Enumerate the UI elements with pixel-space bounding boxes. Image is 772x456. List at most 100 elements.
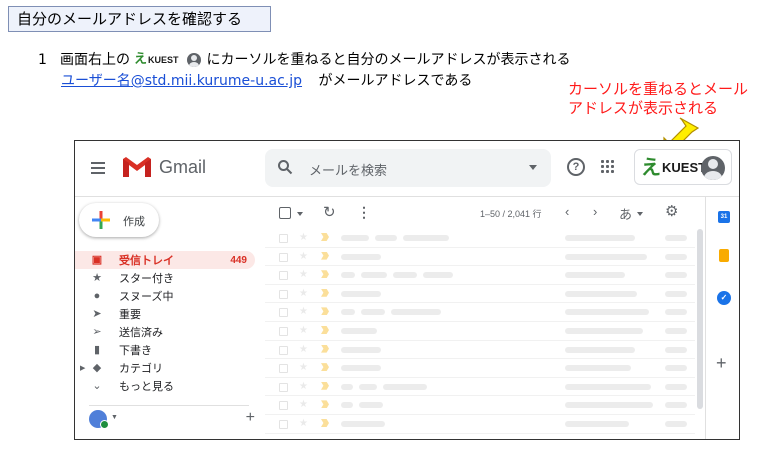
refresh-icon[interactable]: ↻ [323, 203, 336, 221]
send-icon: ➢ [92, 326, 102, 338]
instruction-step-1: 1 画面右上の え KUEST にカーソルを重ねると自分のメールアドレスが表示さ… [38, 50, 571, 70]
kuest-logo-inline: え KUEST [134, 50, 179, 70]
star-icon: ★ [299, 399, 308, 411]
more-vert-icon[interactable]: ⋮ [357, 204, 371, 221]
sidebar-item-label: スター付き [119, 273, 174, 285]
plus-icon [92, 211, 110, 229]
sidebar-item-important[interactable]: ➤ 重要 [75, 305, 255, 323]
mail-list-scrollbar[interactable] [697, 229, 703, 409]
kuest-logo-mark: え [134, 52, 148, 67]
search-icon[interactable] [277, 159, 293, 175]
chevron-left-icon[interactable]: ‹ [565, 204, 569, 219]
gear-icon[interactable]: ⚙ [665, 202, 678, 220]
account-avatar-icon [186, 53, 201, 67]
hangouts-bar: ▼ + [89, 405, 255, 429]
kuest-logo-text: KUEST [662, 159, 707, 175]
table-row[interactable]: ★ [265, 322, 695, 341]
sidebar-item-more[interactable]: ⌄ もっと見る [75, 377, 255, 395]
draft-icon: ▮ [93, 344, 101, 356]
email-domain: @std.mii.kurume-u.ac.jp [130, 73, 303, 89]
add-ons-plus-icon[interactable]: + [716, 353, 727, 374]
step-text-before: 画面右上の [60, 52, 130, 68]
star-icon: ★ [92, 272, 102, 284]
table-row[interactable]: ★ [265, 378, 695, 397]
search-placeholder[interactable]: メールを検索 [309, 160, 387, 179]
table-row[interactable]: ★ [265, 396, 695, 415]
sidebar-nav: ▣ 受信トレイ 449 ★ スター付き ● スヌーズ中 ➤ 重要 ➢ 送信済み … [75, 251, 255, 395]
table-row[interactable]: ★ [265, 415, 695, 434]
inbox-icon: ▣ [91, 254, 103, 266]
table-row[interactable]: ★ [265, 248, 695, 267]
expand-arrow-icon[interactable]: ▶ [80, 364, 85, 372]
star-icon: ★ [299, 343, 308, 355]
compose-button[interactable]: 作成 [79, 203, 159, 237]
chevron-down-icon: ⌄ [92, 380, 102, 392]
importance-marker-icon [321, 400, 329, 409]
sidebar-item-label: カテゴリ [119, 363, 163, 375]
email-user: ユーザー名 [61, 73, 131, 89]
chevron-down-icon[interactable]: ▼ [111, 414, 118, 421]
search-box[interactable]: メールを検索 [265, 149, 551, 187]
sidebar-item-label: 受信トレイ [119, 255, 174, 267]
sidebar-item-snoozed[interactable]: ● スヌーズ中 [75, 287, 255, 305]
table-row[interactable]: ★ [265, 341, 695, 360]
account-switcher[interactable]: え KUEST [634, 149, 732, 185]
mail-toolbar: ↻ ⋮ 1–50 / 2,041 行 ‹ › あ ⚙ [275, 201, 695, 227]
star-icon: ★ [299, 324, 308, 336]
importance-marker-icon [321, 418, 329, 427]
mail-list: ★ ★ ★ ★ ★ ★ ★ ★ ★ ★ ★ [265, 229, 695, 439]
input-tools-icon[interactable]: あ [619, 204, 632, 223]
sidebar-item-starred[interactable]: ★ スター付き [75, 269, 255, 287]
star-icon: ★ [299, 287, 308, 299]
select-all-checkbox[interactable] [279, 207, 291, 219]
compose-label: 作成 [123, 216, 145, 228]
importance-marker-icon [321, 288, 329, 297]
tasks-icon[interactable]: ✓ [717, 291, 731, 305]
add-icon[interactable]: + [246, 409, 255, 427]
important-icon: ➤ [92, 308, 102, 320]
star-icon: ★ [299, 306, 308, 318]
account-avatar-icon[interactable] [701, 156, 725, 180]
sidebar-item-drafts[interactable]: ▮ 下書き [75, 341, 255, 359]
side-panel: 31 ✓ + [705, 197, 739, 439]
kuest-logo[interactable]: え KUEST [641, 156, 706, 178]
table-row[interactable]: ★ [265, 359, 695, 378]
sidebar-item-label: もっと見る [119, 381, 174, 393]
step-text-after: にカーソルを重ねると自分のメールアドレスが表示される [206, 52, 571, 68]
sidebar-item-inbox[interactable]: ▣ 受信トレイ 449 [75, 251, 255, 269]
input-tools-caret-icon[interactable] [637, 212, 643, 216]
keep-icon[interactable] [719, 249, 729, 262]
importance-marker-icon [321, 233, 329, 241]
table-row[interactable]: ★ [265, 229, 695, 248]
sidebar-item-label: スヌーズ中 [119, 291, 174, 303]
chevron-right-icon[interactable]: › [593, 204, 597, 219]
sidebar-item-categories[interactable]: ▶ ◆ カテゴリ [75, 359, 255, 377]
apps-grid-icon[interactable] [601, 160, 615, 174]
table-row[interactable]: ★ [265, 285, 695, 304]
star-icon: ★ [299, 417, 308, 429]
menu-icon[interactable] [91, 162, 105, 174]
sidebar-item-sent[interactable]: ➢ 送信済み [75, 323, 255, 341]
star-icon: ★ [299, 269, 308, 281]
table-row[interactable]: ★ [265, 266, 695, 285]
help-icon[interactable]: ? [567, 158, 585, 176]
select-options-icon[interactable] [297, 212, 303, 216]
importance-marker-icon [321, 307, 329, 316]
email-suffix-text: がメールアドレスである [318, 73, 473, 89]
importance-marker-icon [321, 325, 329, 334]
search-options-icon[interactable] [529, 165, 537, 170]
importance-marker-icon [321, 251, 329, 260]
email-explanation: ユーザー名@std.mii.kurume-u.ac.jp がメールアドレスである [61, 71, 472, 91]
email-address-link[interactable]: ユーザー名@std.mii.kurume-u.ac.jp [61, 73, 302, 89]
gmail-wordmark[interactable]: Gmail [159, 157, 206, 178]
hangouts-avatar[interactable] [89, 410, 109, 429]
callout-text: カーソルを重ねるとメール アドレスが表示される [568, 80, 748, 118]
table-row[interactable]: ★ [265, 303, 695, 322]
gmail-logo-icon[interactable] [121, 155, 153, 179]
clock-icon: ● [93, 290, 101, 302]
calendar-icon[interactable]: 31 [718, 211, 730, 223]
sidebar-item-label: 重要 [119, 309, 141, 321]
slide-title: 自分のメールアドレスを確認する [8, 6, 271, 32]
star-icon: ★ [299, 250, 308, 262]
page-range: 1–50 / 2,041 行 [480, 209, 542, 219]
